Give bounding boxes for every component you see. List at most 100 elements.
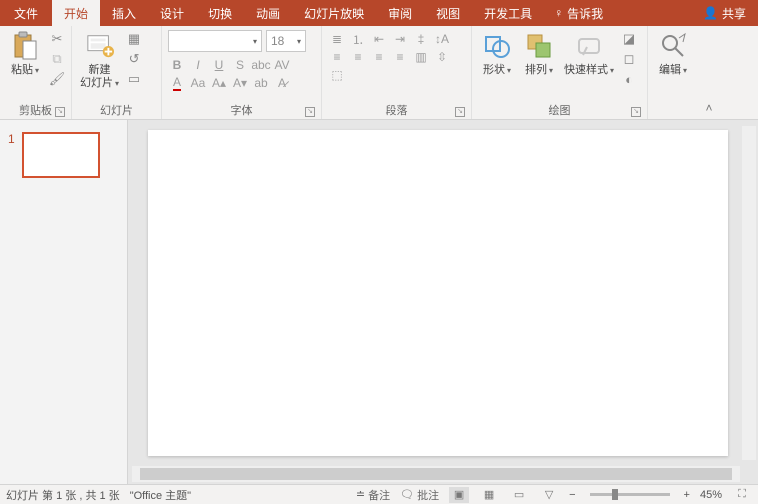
- shape-effects-button[interactable]: ◐: [620, 70, 638, 88]
- clear-format-button[interactable]: A̷: [273, 74, 291, 92]
- line-spacing-button[interactable]: ‡: [412, 30, 430, 48]
- new-slide-button[interactable]: 新建 幻灯片▾: [76, 28, 123, 92]
- font-color-button[interactable]: A: [168, 74, 186, 92]
- share-button[interactable]: 👤 共享: [691, 0, 758, 26]
- underline-icon: U: [215, 58, 224, 72]
- bullets-icon: ≣: [332, 32, 342, 46]
- columns-button[interactable]: ▥: [412, 48, 430, 66]
- zoom-in-button[interactable]: +: [684, 489, 690, 501]
- arrange-button[interactable]: 排列▾: [518, 28, 560, 79]
- tab-home[interactable]: 开始: [52, 0, 100, 26]
- scrollbar-thumb[interactable]: [140, 468, 732, 480]
- dialog-launcher-drawing[interactable]: ↘: [631, 107, 641, 117]
- editing-button[interactable]: 编辑▾: [652, 28, 694, 79]
- highlight-button[interactable]: ab: [252, 74, 270, 92]
- align-center-button[interactable]: ≡: [349, 48, 367, 66]
- sorter-icon: ▦: [484, 488, 494, 501]
- reset-icon: ↺: [129, 51, 140, 67]
- bold-button[interactable]: B: [168, 56, 186, 74]
- tab-transition[interactable]: 切换: [196, 0, 244, 26]
- tab-view[interactable]: 视图: [424, 0, 472, 26]
- shape-fill-button[interactable]: ◪: [620, 30, 638, 48]
- font-family-combo[interactable]: ▾: [168, 30, 262, 52]
- dialog-launcher-paragraph[interactable]: ↘: [455, 107, 465, 117]
- underline-button[interactable]: U: [210, 56, 228, 74]
- paste-button[interactable]: 粘贴▾: [4, 28, 46, 79]
- fit-window-button[interactable]: ⛶: [732, 487, 752, 503]
- shapes-button[interactable]: 形状▾: [476, 28, 518, 79]
- zoom-out-button[interactable]: −: [569, 489, 575, 501]
- grow-font-button[interactable]: A▴: [210, 74, 228, 92]
- italic-button[interactable]: I: [189, 56, 207, 74]
- quick-styles-button[interactable]: 快速样式▾: [560, 28, 618, 79]
- horizontal-scrollbar[interactable]: [132, 466, 740, 482]
- outdent-icon: ⇤: [374, 32, 384, 46]
- tab-insert[interactable]: 插入: [100, 0, 148, 26]
- tab-file[interactable]: 文件: [0, 0, 52, 26]
- align-left-button[interactable]: ≡: [328, 48, 346, 66]
- dialog-launcher-clipboard[interactable]: ↘: [55, 107, 65, 117]
- workspace: 1: [0, 120, 758, 484]
- indent-icon: ⇥: [395, 32, 405, 46]
- comments-label: 批注: [417, 487, 439, 503]
- thumbnail-item[interactable]: 1: [8, 132, 119, 178]
- group-paragraph-label: 段落: [386, 102, 408, 118]
- shapes-label: 形状: [483, 64, 505, 76]
- collapse-ribbon-button[interactable]: ˄: [698, 26, 720, 119]
- format-painter-button[interactable]: 🖌: [48, 70, 66, 88]
- notes-button[interactable]: ≐备注: [356, 487, 390, 503]
- align-text-button[interactable]: ⇳: [433, 48, 451, 66]
- align-right-button[interactable]: ≡: [370, 48, 388, 66]
- section-icon: ▭: [128, 71, 140, 87]
- shadow-button[interactable]: abc: [252, 56, 270, 74]
- shape-outline-button[interactable]: ◻: [620, 50, 638, 68]
- indent-more-button[interactable]: ⇥: [391, 30, 409, 48]
- reading-view-button[interactable]: ▭: [509, 487, 529, 503]
- thumbnail-panel: 1: [0, 120, 128, 484]
- tab-animation[interactable]: 动画: [244, 0, 292, 26]
- scissors-icon: ✂: [52, 31, 63, 47]
- chevron-down-icon: ▾: [683, 66, 687, 75]
- zoom-slider[interactable]: [590, 493, 670, 496]
- normal-view-button[interactable]: ▣: [449, 487, 469, 503]
- change-case-button[interactable]: Aa: [189, 74, 207, 92]
- strikethrough-button[interactable]: S: [231, 56, 249, 74]
- valign-icon: ⇳: [437, 50, 447, 64]
- justify-button[interactable]: ≡: [391, 48, 409, 66]
- tell-me[interactable]: ♀ 告诉我: [544, 0, 613, 26]
- dialog-launcher-font[interactable]: ↘: [305, 107, 315, 117]
- indent-less-button[interactable]: ⇤: [370, 30, 388, 48]
- reset-button[interactable]: ↺: [125, 50, 143, 68]
- shrink-font-button[interactable]: A▾: [231, 74, 249, 92]
- zoom-knob[interactable]: [612, 489, 618, 500]
- tab-design[interactable]: 设计: [148, 0, 196, 26]
- tab-review[interactable]: 审阅: [376, 0, 424, 26]
- tab-slideshow[interactable]: 幻灯片放映: [292, 0, 376, 26]
- slide-canvas[interactable]: [148, 130, 728, 456]
- font-size-combo[interactable]: 18▾: [266, 30, 306, 52]
- section-button[interactable]: ▭: [125, 70, 143, 88]
- group-drawing: 形状▾ 排列▾ 快速样式▾ ◪ ◻ ◐ 绘图↘: [472, 26, 648, 119]
- char-spacing-button[interactable]: AV: [273, 56, 291, 74]
- comments-button[interactable]: 🗨批注: [400, 487, 439, 503]
- cut-button[interactable]: ✂: [48, 30, 66, 48]
- layout-button[interactable]: ▦: [125, 30, 143, 48]
- vertical-scrollbar[interactable]: [742, 126, 756, 460]
- copy-button[interactable]: ⧉: [48, 50, 66, 68]
- sorter-view-button[interactable]: ▦: [479, 487, 499, 503]
- font-color-icon: A: [173, 75, 181, 91]
- bullets-button[interactable]: ≣: [328, 30, 346, 48]
- eraser-icon: A̷: [278, 76, 286, 90]
- numbering-icon: ⒈: [352, 31, 364, 48]
- present-icon: ▽: [545, 488, 553, 501]
- zoom-value[interactable]: 45%: [700, 489, 722, 501]
- font-size-value: 18: [271, 34, 284, 48]
- smartart-button[interactable]: ⬚: [328, 66, 346, 84]
- editing-label: 编辑: [659, 64, 681, 76]
- text-direction-button[interactable]: ↕A: [433, 30, 451, 48]
- slideshow-view-button[interactable]: ▽: [539, 487, 559, 503]
- shadow-icon: abc: [251, 58, 270, 72]
- tab-developer[interactable]: 开发工具: [472, 0, 544, 26]
- normal-view-icon: ▣: [454, 488, 464, 501]
- numbering-button[interactable]: ⒈: [349, 30, 367, 48]
